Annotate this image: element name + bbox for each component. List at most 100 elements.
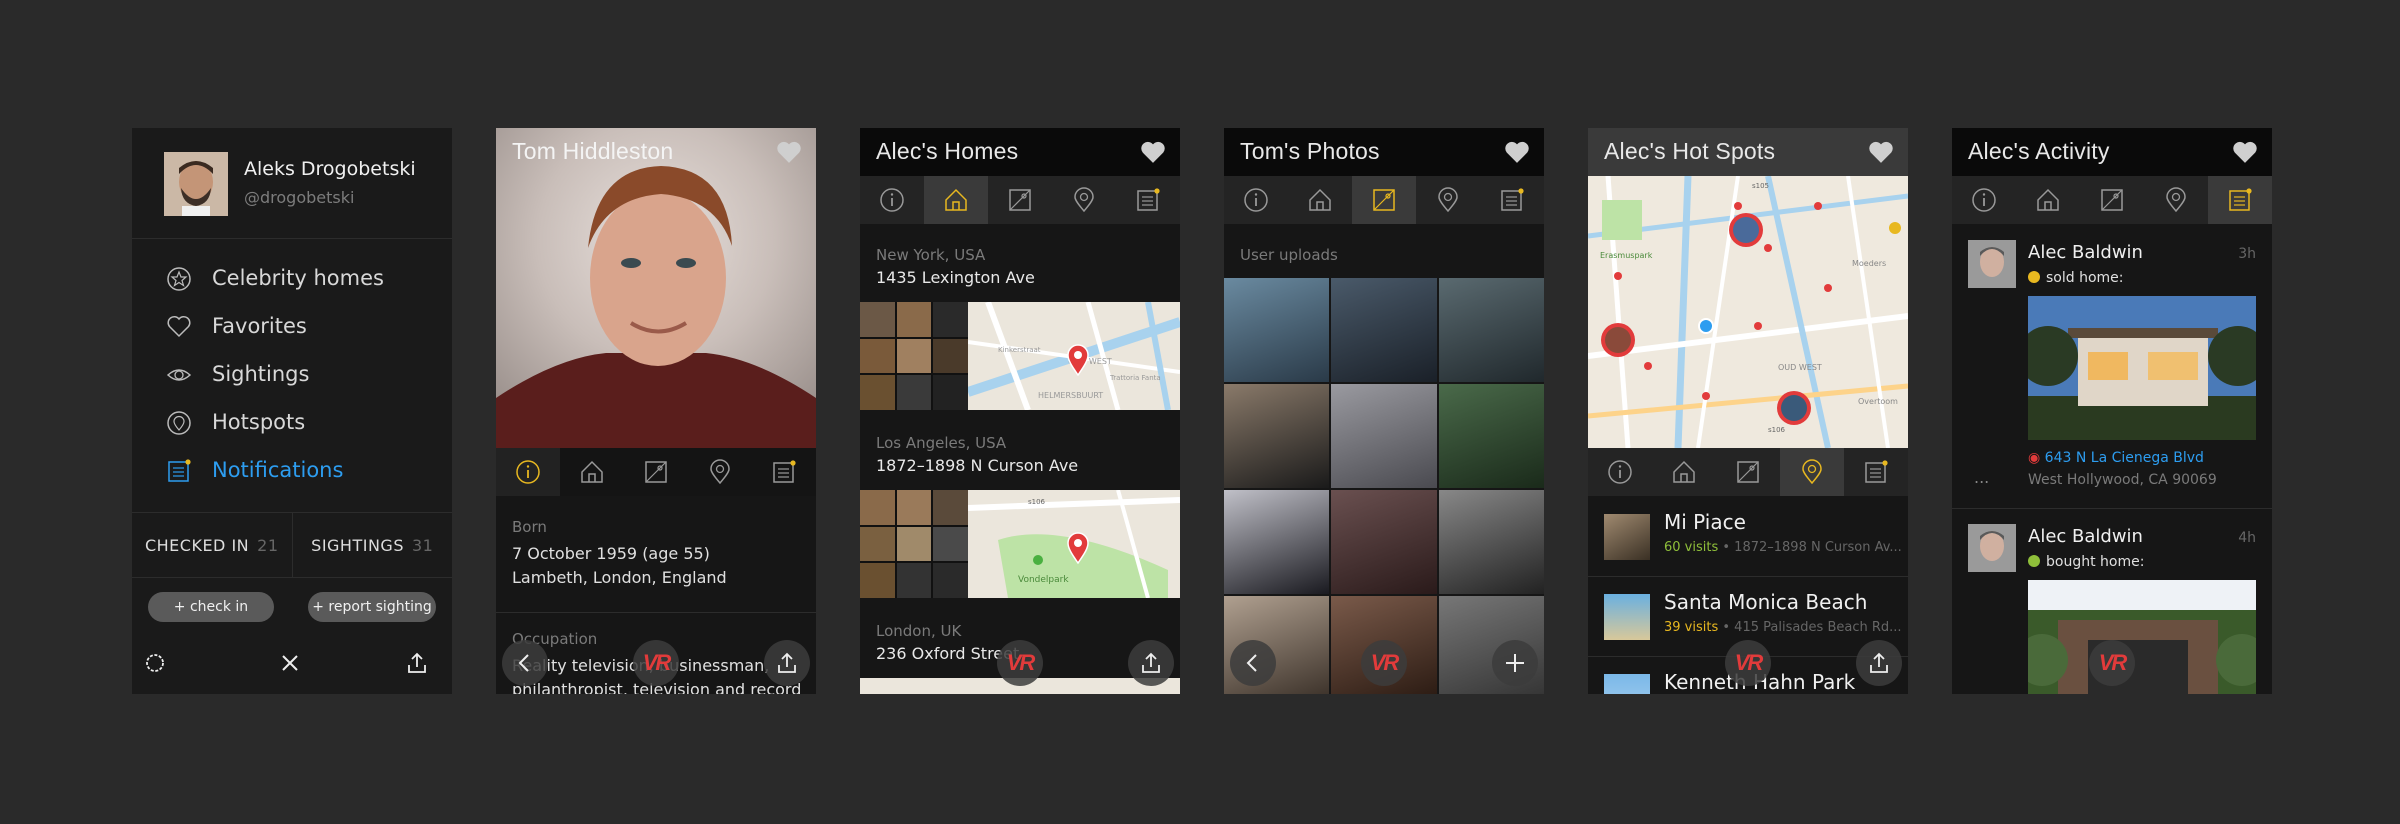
tab-info[interactable] — [496, 448, 560, 496]
activity-area: West Hollywood, CA 90069 — [2028, 472, 2217, 488]
tab-hotspots[interactable] — [688, 448, 752, 496]
share-button[interactable] — [1128, 640, 1174, 686]
add-photo-button[interactable] — [1492, 640, 1538, 686]
tab-photos[interactable] — [1716, 448, 1780, 496]
home-icon — [943, 187, 969, 213]
profile-header[interactable]: Aleks Drogobetski @drogobetski — [132, 128, 452, 239]
tab-photos[interactable] — [2080, 176, 2144, 224]
back-icon — [1241, 651, 1265, 675]
activity-address[interactable]: ◉ 643 N La Cienega Blvd — [2028, 450, 2204, 466]
tab-activity[interactable] — [1480, 176, 1544, 224]
back-button[interactable] — [502, 640, 548, 686]
user-handle: @drogobetski — [244, 188, 355, 207]
tab-info[interactable] — [1224, 176, 1288, 224]
title-bar: Tom's Photos — [1224, 128, 1544, 176]
tab-activity[interactable] — [2208, 176, 2272, 224]
vr-logo-button[interactable]: VR — [633, 640, 679, 686]
tab-homes[interactable] — [924, 176, 988, 224]
vr-logo-button[interactable]: VR — [1725, 640, 1771, 686]
home-item[interactable]: New York, USA 1435 Lexington Ave HELMERS… — [860, 246, 1180, 410]
favorite-heart-icon[interactable] — [1504, 140, 1530, 164]
tab-info[interactable] — [860, 176, 924, 224]
favorite-heart-icon[interactable] — [1140, 140, 1166, 164]
photo-thumb[interactable] — [1438, 490, 1544, 594]
menu-item-notifications[interactable]: Notifications — [132, 446, 452, 494]
notepad-icon — [1135, 187, 1161, 213]
menu-item-hotspots[interactable]: Hotspots — [132, 398, 452, 446]
tab-homes[interactable] — [560, 448, 624, 496]
tab-activity[interactable] — [752, 448, 816, 496]
tab-homes[interactable] — [1288, 176, 1352, 224]
more-icon[interactable]: ... — [1974, 468, 1989, 487]
plus-icon — [1503, 651, 1527, 675]
close-button[interactable] — [267, 640, 313, 686]
home-icon — [1307, 187, 1333, 213]
tab-homes[interactable] — [1652, 448, 1716, 496]
photo-thumb[interactable] — [1224, 278, 1330, 382]
share-button[interactable] — [1856, 640, 1902, 686]
vr-logo-icon: VR — [642, 650, 672, 675]
activity-user-name: Alec Baldwin — [2028, 242, 2143, 263]
photo-thumb[interactable] — [1224, 490, 1330, 594]
activity-address-text: 643 N La Cienega Blvd — [2044, 450, 2204, 466]
photo-thumb[interactable] — [1331, 384, 1437, 488]
check-in-button[interactable]: + check in — [148, 592, 274, 622]
photo-thumb[interactable] — [1438, 384, 1544, 488]
pin-icon — [1071, 187, 1097, 213]
checked-in-stat[interactable]: CHECKED IN 21 — [132, 513, 293, 577]
menu-item-celebrity-homes[interactable]: Celebrity homes — [132, 254, 452, 302]
photo-grid — [1224, 278, 1544, 694]
tab-hotspots[interactable] — [1416, 176, 1480, 224]
tab-hotspots[interactable] — [2144, 176, 2208, 224]
activity-item[interactable]: Alec Baldwin 3h sold home: ◉ 643 N La Ci… — [1952, 228, 2272, 508]
vr-logo-button[interactable]: VR — [1361, 640, 1407, 686]
report-sighting-button[interactable]: + report sighting — [308, 592, 436, 622]
page-title: Tom Hiddleston — [512, 138, 674, 164]
map-label: Overtoom — [1858, 397, 1898, 406]
menu-item-sightings[interactable]: Sightings — [132, 350, 452, 398]
home-icon — [1671, 459, 1697, 485]
tab-activity[interactable] — [1844, 448, 1908, 496]
share-button[interactable] — [394, 640, 440, 686]
notepad-icon — [1499, 187, 1525, 213]
tab-info[interactable] — [1952, 176, 2016, 224]
photo-thumb[interactable] — [1331, 490, 1437, 594]
vr-logo-button[interactable]: VR — [997, 640, 1043, 686]
photo-thumb[interactable] — [1331, 278, 1437, 382]
page-title: Alec's Homes — [876, 138, 1019, 164]
hotspots-map[interactable]: Erasmuspark s105 Moeders OUD WEST Overto… — [1588, 176, 1908, 448]
hotspots-screen: Erasmuspark s105 Moeders OUD WEST Overto… — [1588, 128, 1908, 694]
tab-photos[interactable] — [1352, 176, 1416, 224]
vr-logo-button[interactable]: VR — [2089, 640, 2135, 686]
home-city: Los Angeles, USA — [876, 434, 1007, 452]
share-button[interactable] — [764, 640, 810, 686]
tab-activity[interactable] — [1116, 176, 1180, 224]
favorite-heart-icon[interactable] — [776, 140, 802, 164]
home-item[interactable]: Los Angeles, USA 1872–1898 N Curson Ave … — [860, 434, 1180, 598]
photo-thumb[interactable] — [1438, 278, 1544, 382]
home-photo[interactable] — [2028, 296, 2256, 440]
map-label: Kinkerstraat — [998, 346, 1041, 354]
menu-item-favorites[interactable]: Favorites — [132, 302, 452, 350]
sightings-stat[interactable]: SIGHTINGS 31 — [293, 513, 453, 577]
map-label: s106 — [1768, 426, 1786, 434]
activity-screen: Alec's Activity Alec Baldwin 3h sold hom… — [1952, 128, 2272, 694]
home-map[interactable]: s106 Vondelpark — [968, 490, 1180, 598]
tab-photos[interactable] — [988, 176, 1052, 224]
divider — [1952, 508, 2272, 509]
favorite-heart-icon[interactable] — [2232, 140, 2258, 164]
tab-hotspots[interactable] — [1780, 448, 1844, 496]
home-photo[interactable] — [2028, 580, 2256, 694]
celebrity-portrait — [496, 128, 816, 448]
favorite-heart-icon[interactable] — [1868, 140, 1894, 164]
settings-button[interactable] — [132, 640, 178, 686]
back-button[interactable] — [1230, 640, 1276, 686]
home-map[interactable]: HELMERSBUURT OUD WEST Kinkerstraat Tratt… — [968, 302, 1180, 410]
tab-info[interactable] — [1588, 448, 1652, 496]
notepad-icon — [1863, 459, 1889, 485]
photo-thumb[interactable] — [1224, 384, 1330, 488]
tab-photos[interactable] — [624, 448, 688, 496]
hotspot-item[interactable]: Mi Piace 60 visits • 1872–1898 N Curson … — [1588, 496, 1908, 577]
tab-homes[interactable] — [2016, 176, 2080, 224]
tab-hotspots[interactable] — [1052, 176, 1116, 224]
